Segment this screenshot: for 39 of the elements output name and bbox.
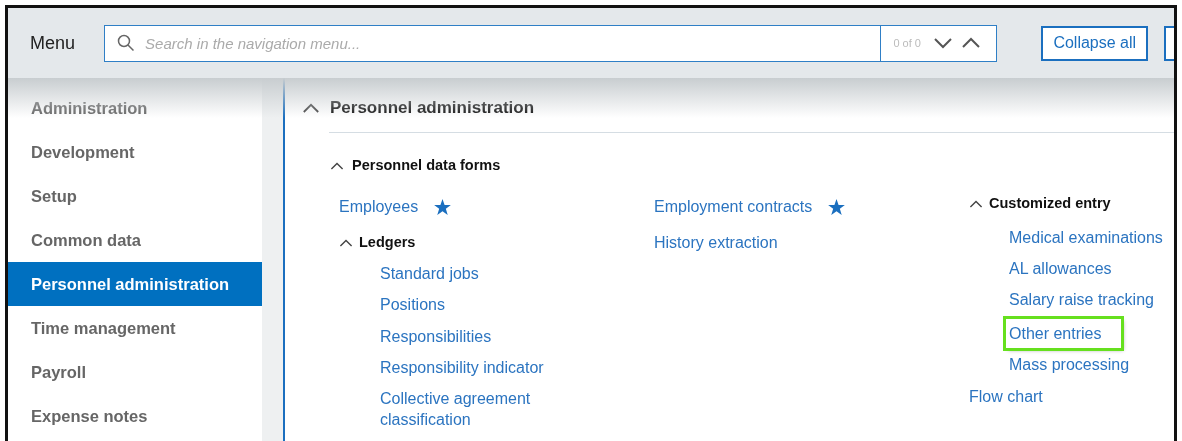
sidebar-item[interactable]: Common data [8, 218, 262, 262]
menu-link[interactable]: Responsibility indicator [380, 357, 550, 379]
collapse-all-button[interactable]: Collapse all [1041, 25, 1149, 61]
toolbar-button[interactable] [1164, 25, 1174, 61]
menu-link[interactable]: Medical examinations [1009, 226, 1174, 249]
chevron-icon[interactable] [969, 199, 983, 208]
chevron-icon[interactable] [339, 238, 353, 247]
group-title: Customized entry [989, 193, 1111, 213]
menu-link[interactable]: Employment contracts [654, 194, 813, 219]
sidebar-item[interactable]: Personnel administration [8, 262, 262, 306]
menu-link[interactable]: Standard jobs [380, 262, 550, 285]
star-icon[interactable] [828, 198, 846, 215]
subsection-title: Personnel data forms [352, 156, 501, 175]
match-count: 0 of 0 [893, 35, 921, 51]
menu-link[interactable]: Responsibilities [380, 325, 550, 348]
menu-link[interactable]: Employees [339, 194, 419, 219]
menu-link[interactable]: AL allowances [1009, 257, 1174, 280]
sidebar-item[interactable]: Expense notes [8, 394, 262, 438]
menu-link[interactable]: Other entries [1006, 318, 1122, 349]
chevron-icon[interactable] [330, 161, 344, 171]
star-icon[interactable] [434, 198, 452, 215]
sidebar-item[interactable]: Payroll [8, 350, 262, 394]
menu-link[interactable]: Positions [380, 294, 550, 316]
sidebar-item[interactable]: Administration [8, 86, 262, 130]
chevron-icon[interactable] [302, 102, 320, 114]
chevron-down-icon[interactable] [932, 37, 953, 49]
menu-link[interactable]: Salary raise tracking [1009, 288, 1174, 311]
sidebar-item[interactable]: Setup [8, 174, 262, 218]
sidebar-item[interactable]: Time management [8, 306, 262, 350]
menu-link[interactable]: History extraction [654, 230, 778, 255]
menu-title: Menu [29, 31, 77, 55]
menu-link[interactable]: Mass processing [1009, 354, 1174, 376]
group-title: Ledgers [359, 232, 416, 252]
menu-link[interactable]: Flow chart [969, 385, 1043, 410]
section-title: Personnel administration [330, 97, 535, 120]
search-icon [117, 34, 136, 52]
sidebar-item[interactable]: Development [8, 130, 262, 174]
chevron-up-icon[interactable] [960, 37, 981, 49]
menu-link[interactable]: Collective agreement classification [380, 387, 550, 431]
